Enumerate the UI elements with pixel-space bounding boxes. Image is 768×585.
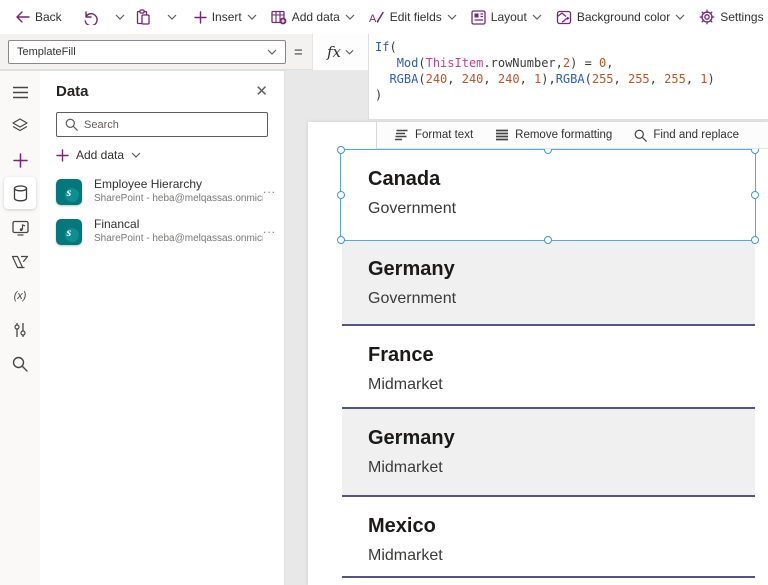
- svg-text:A: A: [369, 13, 377, 25]
- property-selected-value: TemplateFill: [17, 46, 76, 58]
- gallery-item-subtitle: Government: [368, 200, 457, 217]
- formula-code-line: ): [375, 88, 383, 102]
- gallery-item[interactable]: Germany Midmarket: [342, 409, 755, 497]
- clipboard-icon: [136, 9, 150, 25]
- add-data-icon: [271, 10, 287, 25]
- gallery-item[interactable]: Canada Government: [342, 150, 755, 240]
- layout-menu-button[interactable]: Layout: [464, 0, 549, 34]
- add-data-label: Add data: [76, 148, 125, 162]
- sharepoint-icon: s: [56, 219, 82, 245]
- gallery-item-title: France: [368, 344, 434, 366]
- data-source-item[interactable]: s Employee Hierarchy SharePoint - heba@m…: [56, 177, 276, 217]
- formula-editor[interactable]: If( Mod(ThisItem.rowNumber,2) = 0, RGBA(…: [368, 34, 768, 120]
- powerapps-studio: Back Insert Add data A Edit fields Layou…: [0, 0, 768, 585]
- close-icon[interactable]: ✕: [255, 84, 268, 99]
- search-icon: [65, 118, 78, 131]
- find-icon: [634, 129, 648, 142]
- data-icon[interactable]: [4, 177, 36, 209]
- settings-gear-icon: [699, 9, 715, 25]
- edit-fields-menu-button[interactable]: A Edit fields: [362, 0, 464, 34]
- undo-button[interactable]: [75, 0, 105, 34]
- data-source-detail: SharePoint - heba@melqassas.onmicros...: [94, 233, 263, 244]
- text-format-toolbar: Format text Remove formatting Find and r…: [376, 122, 768, 149]
- settings-label: Settings: [720, 10, 764, 24]
- undo-dropdown-button[interactable]: [111, 14, 129, 20]
- more-options-icon[interactable]: ...: [263, 177, 276, 195]
- data-panel: Data ✕ Add data s Employee Hierarchy Sha…: [40, 70, 285, 585]
- format-text-icon: [394, 129, 409, 141]
- background-color-label: Background color: [576, 10, 671, 24]
- data-source-name: Financal: [94, 217, 140, 231]
- gallery-item-title: Germany: [368, 258, 455, 280]
- gallery-item-title: Mexico: [368, 515, 436, 537]
- gallery-item-subtitle: Midmarket: [368, 376, 443, 393]
- formula-code-line: Mod(ThisItem.rowNumber,2) = 0,: [396, 56, 614, 70]
- back-arrow-icon: [15, 11, 30, 23]
- gallery-control[interactable]: Canada Government Germany Government France M…: [342, 150, 755, 578]
- layout-label: Layout: [490, 10, 527, 24]
- undo-icon: [82, 10, 98, 25]
- gallery-item-subtitle: Government: [368, 290, 457, 307]
- data-source-detail: SharePoint - heba@melqassas.onmicros...: [94, 193, 263, 204]
- formula-code-line: RGBA(240, 240, 240, 1),RGBA(255, 255, 25…: [389, 72, 715, 86]
- formula-code-line: If(: [375, 40, 397, 54]
- background-color-icon: [556, 10, 572, 25]
- top-toolbar: Back Insert Add data A Edit fields Layou…: [0, 0, 768, 34]
- add-data-button[interactable]: Add data: [56, 148, 141, 162]
- add-data-menu-button[interactable]: Add data: [264, 0, 362, 34]
- find-and-replace-button[interactable]: Find and replace: [623, 122, 750, 148]
- format-text-button[interactable]: Format text: [383, 122, 484, 148]
- left-navigation-rail: (x): [0, 70, 40, 585]
- background-color-menu-button[interactable]: Background color: [549, 0, 692, 34]
- media-icon[interactable]: [0, 211, 40, 245]
- edit-fields-icon: A: [369, 10, 385, 25]
- sharepoint-icon: s: [56, 179, 82, 205]
- remove-formatting-button[interactable]: Remove formatting: [484, 122, 623, 148]
- insert-label: Insert: [211, 10, 242, 24]
- search-icon[interactable]: [0, 347, 40, 381]
- chevron-down-icon: [267, 49, 277, 55]
- variables-icon[interactable]: (x): [0, 279, 40, 313]
- row-separator: [342, 576, 755, 578]
- fx-dropdown-button[interactable]: fx: [312, 34, 368, 70]
- remove-formatting-label: Remove formatting: [515, 129, 613, 141]
- gallery-item[interactable]: Germany Government: [342, 240, 755, 326]
- gallery-item[interactable]: France Midmarket: [342, 326, 755, 409]
- gallery-item-title: Germany: [368, 427, 455, 449]
- property-dropdown[interactable]: TemplateFill: [8, 40, 286, 64]
- gallery-item-title: Canada: [368, 168, 441, 190]
- data-source-item[interactable]: s Financal SharePoint - heba@melqassas.o…: [56, 217, 276, 257]
- plus-icon: [193, 10, 207, 24]
- settings-button[interactable]: Settings: [692, 0, 768, 34]
- data-panel-title: Data: [56, 83, 89, 100]
- format-text-label: Format text: [415, 129, 474, 141]
- data-search-box[interactable]: [56, 112, 268, 137]
- advanced-tools-icon[interactable]: [0, 313, 40, 347]
- paste-button[interactable]: [129, 0, 157, 34]
- tree-view-icon[interactable]: [0, 75, 40, 109]
- data-source-name: Employee Hierarchy: [94, 177, 203, 191]
- add-data-label: Add data: [291, 10, 340, 24]
- fx-icon: fx: [326, 43, 341, 61]
- insert-icon[interactable]: [0, 143, 40, 177]
- gallery-item-subtitle: Midmarket: [368, 547, 443, 564]
- gallery-item[interactable]: Mexico Midmarket: [342, 497, 755, 578]
- insert-menu-button[interactable]: Insert: [187, 0, 264, 34]
- find-and-replace-label: Find and replace: [653, 129, 739, 141]
- power-automate-icon[interactable]: [0, 245, 40, 279]
- edit-fields-label: Edit fields: [389, 10, 442, 24]
- back-button[interactable]: Back: [8, 0, 69, 34]
- screens-icon[interactable]: [0, 109, 40, 143]
- equals-sign: =: [294, 43, 303, 61]
- back-label: Back: [35, 10, 62, 24]
- paste-dropdown-button[interactable]: [163, 14, 181, 20]
- more-options-icon[interactable]: ...: [263, 217, 276, 235]
- layout-icon: [471, 9, 486, 25]
- search-input[interactable]: [84, 118, 259, 131]
- gallery-item-subtitle: Midmarket: [368, 459, 443, 476]
- remove-formatting-icon: [495, 129, 509, 141]
